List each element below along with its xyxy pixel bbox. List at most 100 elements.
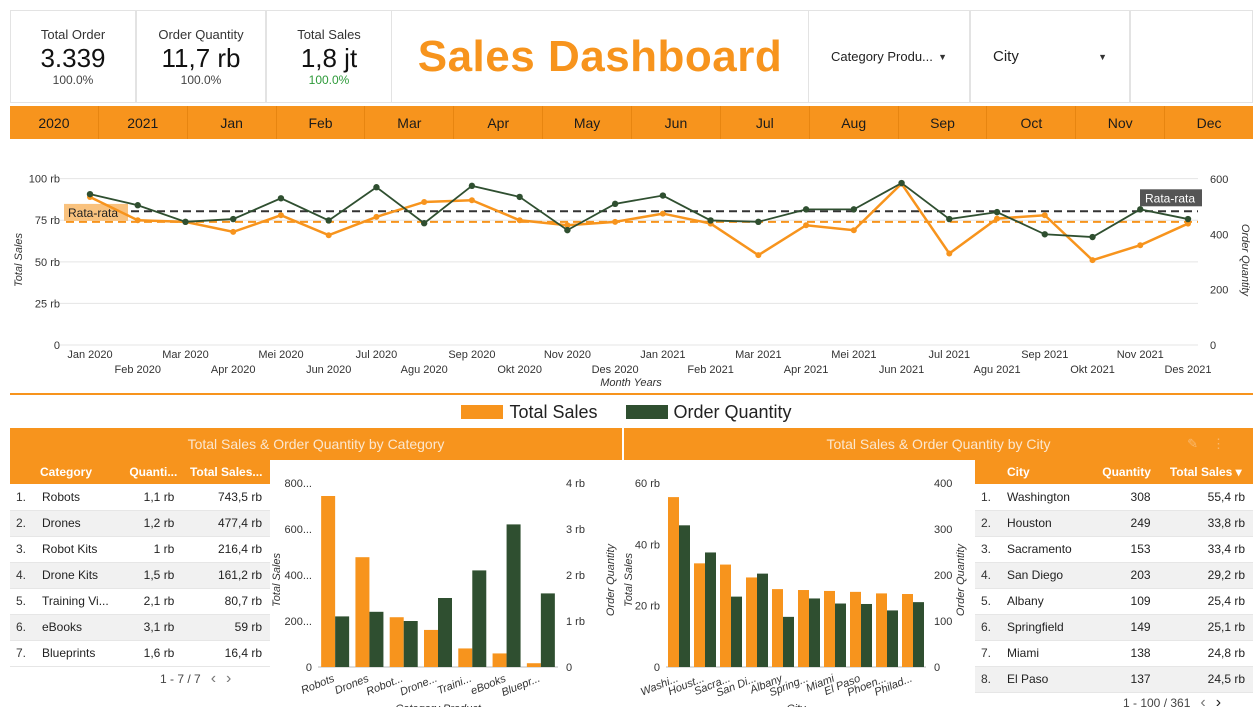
data-point-total-sales[interactable] [1089,257,1096,264]
bar-order-quantity[interactable] [731,596,742,667]
bar-total-sales[interactable] [424,629,438,667]
bar-order-quantity[interactable] [861,603,872,667]
bar-total-sales[interactable] [668,497,679,667]
table-row[interactable]: 2. Drones 1,2 rb 477,4 rb [10,510,270,537]
data-point-total-sales[interactable] [946,250,953,257]
filter-2021[interactable]: 2021 [99,106,188,139]
data-point-order-quantity[interactable] [946,215,953,223]
data-point-order-quantity[interactable] [277,195,285,202]
table-row[interactable]: 7. Blueprints 1,6 rb 16,4 rb [10,640,270,667]
bar-total-sales[interactable] [458,648,473,667]
chevron-right-icon[interactable]: › [226,670,231,688]
filter-dec[interactable]: Dec [1165,106,1253,139]
data-point-order-quantity[interactable] [134,202,141,209]
bar-order-quantity[interactable] [887,610,898,667]
data-point-order-quantity[interactable] [564,226,571,234]
bar-total-sales[interactable] [720,564,731,667]
data-point-order-quantity[interactable] [1089,233,1096,241]
bar-order-quantity[interactable] [835,603,846,667]
bar-order-quantity[interactable] [438,598,452,667]
data-point-order-quantity[interactable] [86,190,94,198]
data-point-total-sales[interactable] [421,198,428,205]
data-point-order-quantity[interactable] [993,208,1001,216]
table-row[interactable]: 5. Training Vi... 2,1 rb 80,7 rb [10,588,270,615]
bar-order-quantity[interactable] [757,573,768,667]
column-header-city[interactable]: City [999,460,1095,484]
bar-order-quantity[interactable] [809,598,820,667]
table-row[interactable]: 4. San Diego 203 29,2 rb [975,562,1253,589]
bar-total-sales[interactable] [694,563,705,667]
filter-apr[interactable]: Apr [454,106,544,139]
bar-total-sales[interactable] [798,590,809,667]
data-point-order-quantity[interactable] [707,217,714,224]
data-point-order-quantity[interactable] [182,218,189,226]
filter-mar[interactable]: Mar [365,106,455,139]
data-point-total-sales[interactable] [468,197,475,204]
bar-total-sales[interactable] [355,557,370,667]
data-point-total-sales[interactable] [134,217,141,224]
city-bar-chart[interactable]: 0 20 rb 40 rb 60 rb 0 100 200 300 400 Total Sales… [624,460,974,707]
bar-order-quantity[interactable] [506,524,521,667]
data-point-total-sales[interactable] [994,215,1001,222]
column-header-total-sales[interactable]: Total Sales... [182,460,270,484]
data-point-total-sales[interactable] [1041,212,1048,219]
table-row[interactable]: 1. Robots 1,1 rb 743,5 rb [10,484,270,511]
table-row[interactable]: 6. Springfield 149 25,1 rb [975,614,1253,641]
table-row[interactable]: 3. Robot Kits 1 rb 216,4 rb [10,536,270,563]
filter-oct[interactable]: Oct [987,106,1077,139]
data-point-total-sales[interactable] [277,212,284,219]
bar-total-sales[interactable] [876,593,887,667]
data-point-total-sales[interactable] [1137,242,1144,249]
chevron-left-icon[interactable]: ‹ [1200,694,1205,707]
category-bar-chart[interactable]: 0 200... 400... 600... 800... 0 1 rb 2 rb 3 rb 4 … [270,460,622,707]
bar-total-sales[interactable] [824,590,835,667]
data-point-order-quantity[interactable] [1137,206,1144,213]
data-point-order-quantity[interactable] [373,184,380,191]
filter-jul[interactable]: Jul [721,106,810,139]
filter-jun[interactable]: Jun [632,106,721,139]
filter-jan[interactable]: Jan [188,106,277,139]
bar-total-sales[interactable] [492,653,507,667]
column-header-quantity[interactable]: Quanti... [124,460,183,484]
table-row[interactable]: 7. Miami 138 24,8 rb [975,640,1253,667]
data-point-total-sales[interactable] [373,213,380,220]
data-point-order-quantity[interactable] [898,179,905,187]
table-row[interactable]: 8. El Paso 137 24,5 rb [975,666,1253,693]
column-header-category[interactable]: Category [34,460,125,484]
bar-order-quantity[interactable] [403,621,418,667]
table-row[interactable]: 2. Houston 249 33,8 rb [975,510,1253,537]
table-row[interactable]: 4. Drone Kits 1,5 rb 161,2 rb [10,562,270,589]
bar-order-quantity[interactable] [705,552,716,667]
data-point-order-quantity[interactable] [802,206,810,213]
bar-total-sales[interactable] [321,495,336,667]
filter-nov[interactable]: Nov [1076,106,1166,139]
data-point-order-quantity[interactable] [1184,215,1192,223]
table-row[interactable]: 5. Albany 109 25,4 rb [975,588,1253,615]
data-point-order-quantity[interactable] [755,218,762,226]
chevron-left-icon[interactable]: ‹ [211,670,216,688]
data-point-total-sales[interactable] [516,217,523,224]
sales-trend-chart[interactable]: 0 25 rb 50 rb 75 rb 100 rb 0 200 400 600 Total Sa… [10,140,1253,395]
filter-feb[interactable]: Feb [277,106,366,139]
bar-total-sales[interactable] [746,577,757,667]
data-point-order-quantity[interactable] [516,193,523,201]
data-point-order-quantity[interactable] [1041,231,1048,238]
bar-order-quantity[interactable] [369,611,384,667]
filter-sep[interactable]: Sep [899,106,988,139]
data-point-total-sales[interactable] [325,232,332,239]
more-vert-icon[interactable]: ⋮ [1212,436,1239,451]
data-point-order-quantity[interactable] [659,192,667,199]
bar-order-quantity[interactable] [335,616,350,667]
table-row[interactable]: 1. Washington 308 55,4 rb [975,484,1253,511]
pencil-icon[interactable]: ✎ [1187,436,1212,451]
data-point-total-sales[interactable] [612,218,619,225]
filter-2020[interactable]: 2020 [10,106,99,139]
data-point-order-quantity[interactable] [611,200,619,208]
data-point-order-quantity[interactable] [420,220,428,227]
bar-order-quantity[interactable] [783,616,794,667]
bar-total-sales[interactable] [772,589,783,667]
filter-may[interactable]: May [543,106,633,139]
category-filter-dropdown[interactable]: Category Produ... ▼ [808,10,970,103]
filter-aug[interactable]: Aug [810,106,899,139]
data-point-total-sales[interactable] [659,210,666,217]
